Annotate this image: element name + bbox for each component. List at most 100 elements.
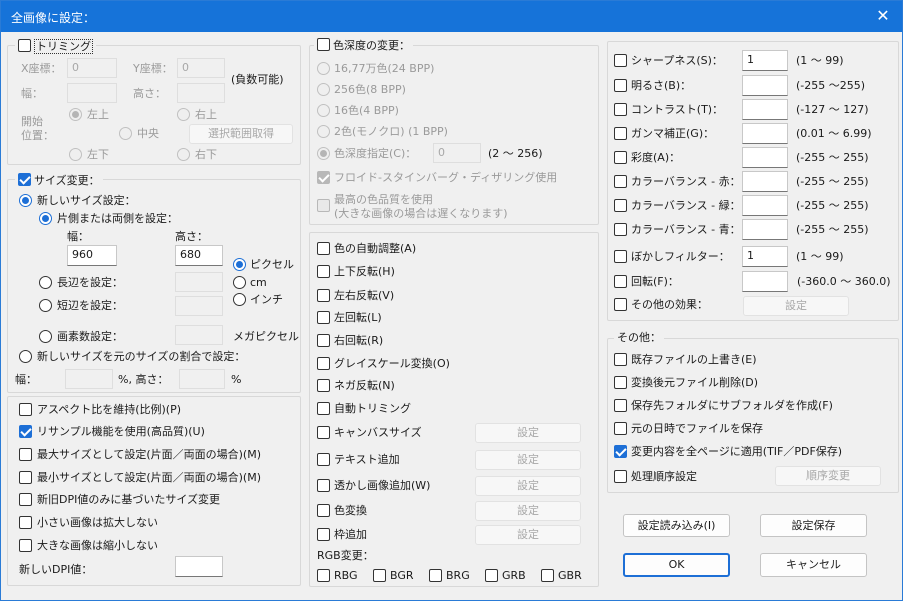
dpi-based-checkbox[interactable]	[19, 493, 32, 506]
color-replace-checkbox[interactable]	[317, 504, 330, 517]
short-side-radio[interactable]	[39, 299, 52, 312]
blur-input[interactable]: 1	[742, 246, 788, 267]
sharpness-input[interactable]: 1	[742, 50, 788, 71]
trim-top-right-radio[interactable]	[177, 108, 190, 121]
ratio-height-input[interactable]	[179, 369, 225, 389]
negative-checkbox[interactable]	[317, 379, 330, 392]
dither-checkbox[interactable]	[317, 171, 330, 184]
trim-width-input[interactable]	[67, 83, 117, 103]
trim-center-radio[interactable]	[119, 127, 132, 140]
depth-custom-input[interactable]: 0	[433, 143, 481, 163]
overwrite-checkbox[interactable]	[614, 353, 627, 366]
rgb-rbg-checkbox[interactable]	[317, 569, 330, 582]
color-depth-checkbox[interactable]	[317, 38, 330, 51]
add-watermark-checkbox[interactable]	[317, 479, 330, 492]
other-effects-checkbox[interactable]	[614, 298, 627, 311]
rotate-checkbox[interactable]	[614, 275, 627, 288]
process-order-checkbox[interactable]	[614, 470, 627, 483]
grayscale-checkbox[interactable]	[317, 357, 330, 370]
new-dpi-input[interactable]	[175, 556, 223, 577]
depth-16m-radio[interactable]	[317, 62, 330, 75]
add-text-checkbox[interactable]	[317, 453, 330, 466]
saturation-checkbox[interactable]	[614, 151, 627, 164]
save-settings-button[interactable]: 設定保存	[760, 514, 867, 537]
balance-green-checkbox[interactable]	[614, 199, 627, 212]
resize-checkbox[interactable]	[18, 173, 31, 186]
rgb-bgr-checkbox[interactable]	[373, 569, 386, 582]
ok-button[interactable]: OK	[623, 553, 730, 577]
brightness-checkbox[interactable]	[614, 79, 627, 92]
balance-green-input[interactable]	[742, 195, 788, 216]
pixel-count-input[interactable]	[175, 325, 223, 345]
trim-checkbox[interactable]	[18, 39, 31, 52]
keep-date-checkbox[interactable]	[614, 422, 627, 435]
contrast-checkbox[interactable]	[614, 103, 627, 116]
depth-256-radio[interactable]	[317, 83, 330, 96]
depth-custom-radio[interactable]	[317, 147, 330, 160]
balance-red-input[interactable]	[742, 171, 788, 192]
flip-v-checkbox[interactable]	[317, 265, 330, 278]
gamma-checkbox[interactable]	[614, 127, 627, 140]
short-side-input[interactable]	[175, 296, 223, 316]
title-bar[interactable]: 全画像に設定： ✕	[1, 1, 902, 32]
long-side-radio[interactable]	[39, 276, 52, 289]
resize-height-input[interactable]: 680	[175, 245, 223, 266]
trim-bottom-right-radio[interactable]	[177, 148, 190, 161]
one-or-both-radio[interactable]	[39, 212, 52, 225]
rotate-input[interactable]	[742, 271, 788, 292]
depth-16-radio[interactable]	[317, 104, 330, 117]
add-frame-checkbox[interactable]	[317, 528, 330, 541]
close-icon[interactable]: ✕	[872, 6, 894, 26]
pixel-count-radio[interactable]	[39, 330, 52, 343]
trim-x-input[interactable]: 0	[67, 58, 117, 78]
apply-all-pages-checkbox[interactable]	[614, 445, 627, 458]
unit-pixel-radio[interactable]	[233, 258, 246, 271]
add-watermark-settings-button[interactable]: 設定	[475, 476, 581, 496]
unit-inch-radio[interactable]	[233, 293, 246, 306]
max-size-checkbox[interactable]	[19, 448, 32, 461]
ratio-radio[interactable]	[19, 350, 32, 363]
trim-top-left-radio[interactable]	[69, 108, 82, 121]
keep-aspect-checkbox[interactable]	[19, 403, 32, 416]
load-settings-button[interactable]: 設定読み込み(I)	[623, 514, 730, 537]
order-change-button[interactable]: 順序変更	[775, 466, 881, 486]
long-side-input[interactable]	[175, 272, 223, 292]
trim-height-input[interactable]	[177, 83, 225, 103]
no-enlarge-checkbox[interactable]	[19, 516, 32, 529]
flip-h-checkbox[interactable]	[317, 289, 330, 302]
min-size-checkbox[interactable]	[19, 471, 32, 484]
balance-blue-input[interactable]	[742, 219, 788, 240]
ratio-width-input[interactable]	[65, 369, 113, 389]
auto-crop-checkbox[interactable]	[317, 402, 330, 415]
get-selection-button[interactable]: 選択範囲取得	[189, 124, 293, 144]
unit-cm-radio[interactable]	[233, 276, 246, 289]
no-shrink-checkbox[interactable]	[19, 539, 32, 552]
balance-red-checkbox[interactable]	[614, 175, 627, 188]
brightness-input[interactable]	[742, 75, 788, 96]
blur-checkbox[interactable]	[614, 250, 627, 263]
rgb-gbr-checkbox[interactable]	[541, 569, 554, 582]
other-effects-settings-button[interactable]: 設定	[743, 296, 849, 316]
canvas-size-checkbox[interactable]	[317, 426, 330, 439]
cancel-button[interactable]: キャンセル	[760, 553, 867, 577]
sharpness-checkbox[interactable]	[614, 54, 627, 67]
create-subfolder-checkbox[interactable]	[614, 399, 627, 412]
auto-color-checkbox[interactable]	[317, 242, 330, 255]
contrast-input[interactable]	[742, 99, 788, 120]
rgb-brg-checkbox[interactable]	[429, 569, 442, 582]
add-frame-settings-button[interactable]: 設定	[475, 525, 581, 545]
balance-blue-checkbox[interactable]	[614, 223, 627, 236]
new-size-radio[interactable]	[19, 194, 32, 207]
best-quality-checkbox[interactable]	[317, 199, 330, 212]
resample-checkbox[interactable]	[19, 425, 32, 438]
resize-width-input[interactable]: 960	[67, 245, 117, 266]
delete-source-checkbox[interactable]	[614, 376, 627, 389]
rotate-left-checkbox[interactable]	[317, 311, 330, 324]
trim-y-input[interactable]: 0	[177, 58, 225, 78]
depth-2-radio[interactable]	[317, 125, 330, 138]
color-replace-settings-button[interactable]: 設定	[475, 501, 581, 521]
add-text-settings-button[interactable]: 設定	[475, 450, 581, 470]
rotate-right-checkbox[interactable]	[317, 334, 330, 347]
trim-bottom-left-radio[interactable]	[69, 148, 82, 161]
canvas-size-settings-button[interactable]: 設定	[475, 423, 581, 443]
